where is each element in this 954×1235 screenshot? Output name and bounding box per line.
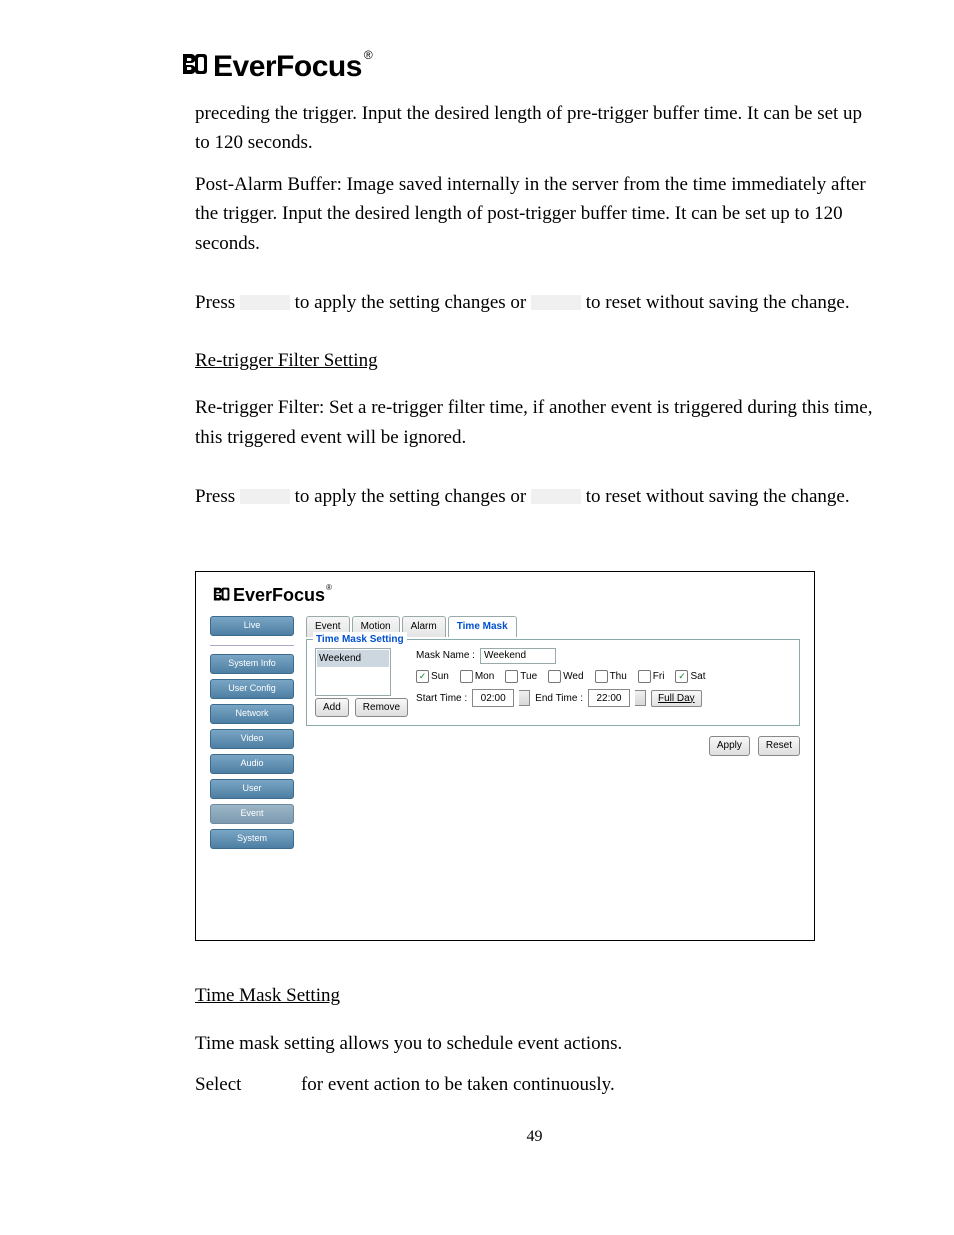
end-time-label: End Time : <box>535 691 583 707</box>
text: Press <box>195 292 240 313</box>
checkbox-tue[interactable]: Tue <box>505 669 537 685</box>
logo-registered: ® <box>364 48 373 62</box>
text: to apply the setting changes or <box>290 292 531 313</box>
reset-placeholder <box>531 295 581 310</box>
sidebar-item-user-config[interactable]: User Config <box>210 679 294 699</box>
logo: EverFocus ® <box>177 50 874 84</box>
checkbox-icon <box>548 670 561 683</box>
spinner-icon[interactable] <box>519 690 530 706</box>
time-mask-fieldset: Time Mask Setting Weekend Add Remove <box>306 639 800 727</box>
checkbox-fri[interactable]: Fri <box>638 669 665 685</box>
apply-placeholder <box>240 489 290 504</box>
logo-text: EverFocus <box>213 50 362 84</box>
body-paragraph: Post-Alarm Buffer: Image saved internall… <box>195 170 874 258</box>
text: to reset without saving the change. <box>581 292 850 313</box>
remove-button[interactable]: Remove <box>355 698 408 718</box>
checkbox-icon <box>638 670 651 683</box>
sidebar-item-video[interactable]: Video <box>210 729 294 749</box>
sidebar: Live System Info User Config Network Vid… <box>210 616 294 853</box>
main-panel: Event Motion Alarm Time Mask Time Mask S… <box>306 616 800 756</box>
page-number: 49 <box>195 1128 874 1146</box>
checkbox-icon <box>505 670 518 683</box>
checkbox-icon <box>460 670 473 683</box>
logo-text: EverFocus <box>233 582 325 610</box>
checkbox-mon[interactable]: Mon <box>460 669 494 685</box>
body-paragraph: Re-trigger Filter: Set a re-trigger filt… <box>195 393 874 452</box>
mask-name-label: Mask Name : <box>416 648 475 664</box>
ss-logo: EverFocus ® <box>210 582 800 610</box>
divider <box>210 645 294 646</box>
sidebar-item-audio[interactable]: Audio <box>210 754 294 774</box>
sidebar-item-live[interactable]: Live <box>210 616 294 636</box>
checkbox-icon <box>595 670 608 683</box>
press-line: Press to apply the setting changes or to… <box>195 288 874 317</box>
reset-placeholder <box>531 489 581 504</box>
section-heading: Re-trigger Filter Setting <box>195 346 874 375</box>
text: to apply the setting changes or <box>290 486 531 507</box>
checkbox-thu[interactable]: Thu <box>595 669 627 685</box>
mask-listbox[interactable]: Weekend <box>315 648 391 696</box>
tab-alarm[interactable]: Alarm <box>402 616 446 637</box>
sidebar-item-user[interactable]: User <box>210 779 294 799</box>
sidebar-item-network[interactable]: Network <box>210 704 294 724</box>
sidebar-item-system-info[interactable]: System Info <box>210 654 294 674</box>
section-heading: Time Mask Setting <box>195 981 874 1010</box>
spinner-icon[interactable] <box>635 690 646 706</box>
text: to reset without saving the change. <box>581 486 850 507</box>
checkbox-sun[interactable]: Sun <box>416 669 449 685</box>
add-button[interactable]: Add <box>315 698 349 718</box>
checkbox-icon <box>416 670 429 683</box>
full-day-button[interactable]: Full Day <box>651 690 702 708</box>
start-time-label: Start Time : <box>416 691 467 707</box>
sidebar-item-system[interactable]: System <box>210 829 294 849</box>
press-line: Press to apply the setting changes or to… <box>195 482 874 511</box>
logo-mark-icon <box>210 585 232 607</box>
checkbox-sat[interactable]: Sat <box>675 669 705 685</box>
tab-time-mask[interactable]: Time Mask <box>448 616 517 637</box>
list-item[interactable]: Weekend <box>317 650 389 668</box>
mask-name-input[interactable] <box>480 648 556 664</box>
body-paragraph: Select for event action to be taken cont… <box>195 1070 874 1099</box>
sidebar-item-event[interactable]: Event <box>210 804 294 824</box>
logo-mark-icon <box>177 50 211 84</box>
days-row: Sun Mon Tue Wed Thu Fri Sat <box>416 669 711 685</box>
logo-registered: ® <box>326 582 332 594</box>
fieldset-legend: Time Mask Setting <box>313 632 407 648</box>
reset-button[interactable]: Reset <box>758 736 800 756</box>
apply-placeholder <box>240 295 290 310</box>
body-paragraph: preceding the trigger. Input the desired… <box>195 99 874 158</box>
checkbox-icon <box>675 670 688 683</box>
body-paragraph: Time mask setting allows you to schedule… <box>195 1029 874 1058</box>
text: Select <box>195 1074 246 1095</box>
text: Press <box>195 486 240 507</box>
start-time-input[interactable] <box>472 689 514 707</box>
text: for event action to be taken continuousl… <box>296 1074 615 1095</box>
checkbox-wed[interactable]: Wed <box>548 669 583 685</box>
embedded-screenshot: EverFocus ® Live System Info User Config… <box>195 571 815 941</box>
end-time-input[interactable] <box>588 689 630 707</box>
apply-button[interactable]: Apply <box>709 736 750 756</box>
